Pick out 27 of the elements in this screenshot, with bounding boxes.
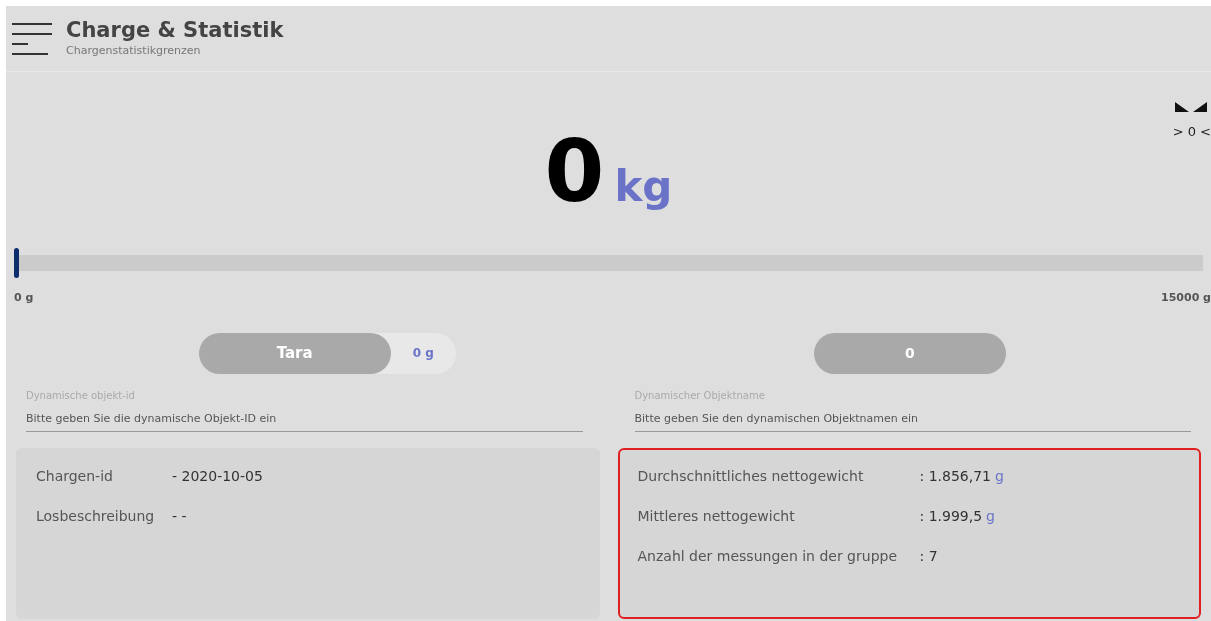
scale-min-label: 0 g	[14, 290, 34, 306]
weight-unit: kg	[614, 166, 673, 208]
info-value: - -	[172, 507, 187, 526]
scale-max-label: 15000 g	[1161, 290, 1211, 306]
info-value: : 7	[919, 547, 938, 566]
page-subtitle: Chargenstatistikgrenzen	[66, 43, 202, 60]
tare-control[interactable]: Tara 0 g	[198, 332, 456, 374]
tare-value: 0 g	[411, 345, 435, 362]
info-label: Chargen-id	[36, 467, 114, 486]
counter-button[interactable]: 0	[813, 332, 1006, 374]
input-field[interactable]: Bitte geben Sie den dynamischen Objektnamen ein	[634, 406, 1191, 432]
weight-value: 0	[544, 128, 605, 214]
info-label: Durchschnittliches nettogewicht	[637, 467, 865, 486]
info-value: - 2020-10-05	[172, 467, 263, 486]
page-title: Charge & Statistik	[66, 17, 284, 44]
info-value: : 1.856,71	[919, 467, 991, 486]
stability-icon	[1175, 102, 1207, 112]
info-label: Losbeschreibung	[36, 507, 156, 526]
tare-button[interactable]: Tara	[198, 332, 391, 374]
zero-indicator: > 0 <	[1172, 123, 1211, 141]
info-label: Anzahl der messungen in der gruppe	[637, 547, 899, 566]
input-field[interactable]: Bitte geben Sie die dynamische Objekt-ID ein	[26, 406, 583, 432]
unit-label: g	[986, 507, 995, 526]
info-label: Mittleres nettogewicht	[637, 507, 796, 526]
unit-label: g	[995, 467, 1004, 486]
info-value: : 1.999,5	[919, 507, 983, 526]
menu-icon[interactable]	[12, 21, 52, 56]
